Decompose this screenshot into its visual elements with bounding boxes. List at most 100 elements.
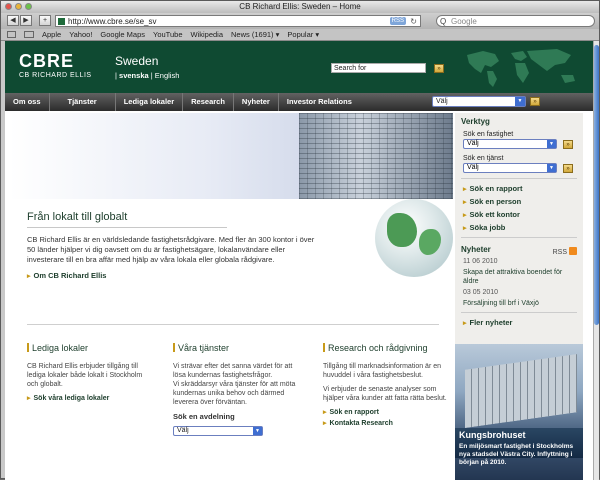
browser-window: CB Richard Ellis: Sweden – Home ◀ ▶ + ht…: [0, 0, 600, 480]
bookmark-news[interactable]: News (1691) ▾: [231, 29, 279, 41]
column-text-lediga: CB Richard Ellis erbjuder tillgång till …: [27, 363, 143, 388]
site-header: CBRE CB RICHARD ELLIS Sweden | svenska |…: [5, 41, 593, 93]
site-search-input[interactable]: Search for: [331, 63, 426, 73]
browser-toolbar: ◀ ▶ + http://www.cbre.se/se_sv RSS ↻ Q G…: [1, 13, 599, 29]
department-search-label: Sök en avdelning: [173, 412, 235, 421]
add-bookmark-button[interactable]: +: [39, 15, 51, 26]
sidebar-divider: [461, 237, 577, 238]
intro-title: Från lokalt till globalt: [27, 211, 128, 223]
building-image: [465, 354, 577, 428]
sidebar-link-person-label: Sök en person: [469, 197, 522, 206]
sidebar-link-office[interactable]: ▸ Sök ett kontor: [455, 208, 583, 221]
about-cbre-link[interactable]: ▸ Om CB Richard Ellis: [27, 271, 106, 280]
department-select[interactable]: Välj ▼: [173, 426, 263, 436]
news-header: Nyheter RSS: [455, 241, 583, 256]
news-rss-link[interactable]: RSS: [553, 247, 577, 256]
bullet-arrow-icon: ▸: [463, 186, 467, 193]
bookmark-yahoo[interactable]: Yahoo!: [69, 29, 92, 41]
reload-icon[interactable]: ↻: [410, 16, 417, 27]
section-divider: [27, 324, 439, 325]
kungsbrohuset-promo[interactable]: Kungsbrohuset En miljösmart fastighet i …: [455, 344, 583, 480]
back-icon: ◀: [10, 17, 16, 24]
search-report-link[interactable]: ▸ Sök en rapport: [323, 408, 449, 416]
nav-lediga-lokaler[interactable]: Lediga lokaler: [116, 93, 184, 111]
language-switcher: | svenska | English: [115, 71, 180, 80]
hero-banner: [9, 113, 453, 199]
forward-icon: ▶: [23, 17, 29, 24]
nav-go-button[interactable]: »: [530, 97, 540, 106]
lang-svenska-link[interactable]: svenska: [119, 71, 149, 80]
bookmark-apple[interactable]: Apple: [42, 29, 61, 41]
office-tower-image: [299, 113, 453, 199]
scrollbar-thumb[interactable]: [594, 45, 599, 325]
rss-button[interactable]: RSS: [389, 17, 406, 25]
chevron-down-icon: ▼: [547, 140, 556, 148]
news-item-2[interactable]: Försäljning till brf i Växjö: [455, 297, 583, 309]
more-news-label: Fler nyheter: [469, 318, 513, 327]
nav-quick-select[interactable]: Välj ▼: [432, 96, 526, 107]
sidebar-link-person[interactable]: ▸ Sök en person: [455, 195, 583, 208]
sidebar-link-jobs[interactable]: ▸ Söka jobb: [455, 221, 583, 234]
promo-title: Kungsbrohuset: [459, 430, 526, 440]
contact-research-link[interactable]: ▸ Kontakta Research: [323, 419, 449, 427]
news-date-1: 11 06 2010: [463, 258, 498, 265]
back-button[interactable]: ◀: [7, 15, 19, 26]
property-select[interactable]: Välj ▼: [463, 139, 557, 149]
sidebar-link-report-label: Sök en rapport: [469, 184, 523, 193]
url-text: http://www.cbre.se/se_sv: [68, 17, 157, 26]
column-text-tjanster-1: Vi strävar efter det sanna värdet för at…: [173, 363, 293, 379]
search-premises-link[interactable]: ▸ Sök våra lediga lokaler: [27, 394, 153, 402]
column-title-tjanster-text: Våra tjänster: [178, 343, 230, 353]
service-go-button[interactable]: »: [563, 164, 573, 173]
search-report-link-label: Sök en rapport: [329, 409, 379, 416]
top-sites-grid-icon[interactable]: [24, 31, 34, 38]
rss-icon: [569, 247, 577, 255]
minimize-window-button[interactable]: [15, 3, 22, 10]
service-select[interactable]: Välj ▼: [463, 163, 557, 173]
lang-english-link[interactable]: English: [155, 71, 180, 80]
bookmark-wikipedia[interactable]: Wikipedia: [191, 29, 224, 41]
bookmark-popular[interactable]: Popular ▾: [287, 29, 319, 41]
news-title: Nyheter: [461, 245, 491, 254]
column-text-tjanster-2: Vi skräddarsyr våra tjänster för att möt…: [173, 381, 296, 406]
more-news-link[interactable]: ▸ Fler nyheter: [455, 316, 583, 329]
property-go-button[interactable]: »: [563, 140, 573, 149]
search-field[interactable]: Q Google: [436, 15, 595, 27]
zoom-window-button[interactable]: [25, 3, 32, 10]
address-bar[interactable]: http://www.cbre.se/se_sv RSS ↻: [55, 15, 421, 27]
close-window-button[interactable]: [5, 3, 12, 10]
bookmark-youtube[interactable]: YouTube: [153, 29, 182, 41]
title-accent-bar: [323, 343, 325, 352]
sidebar-link-report[interactable]: ▸ Sök en rapport: [455, 182, 583, 195]
column-title-research: Research och rådgivning: [323, 343, 449, 353]
bookmark-google-maps[interactable]: Google Maps: [100, 29, 145, 41]
forward-button[interactable]: ▶: [20, 15, 32, 26]
sidebar-divider: [461, 312, 577, 313]
nav-tjanster[interactable]: Tjänster: [50, 93, 116, 111]
column-title-lediga: Lediga lokaler: [27, 343, 153, 353]
column-vara-tjanster: Våra tjänster Vi strävar efter det sanna…: [173, 343, 299, 436]
bullet-arrow-icon: ▸: [463, 225, 467, 232]
globe-image: [375, 199, 453, 277]
window-controls: [5, 3, 32, 10]
intro-divider: [27, 227, 227, 228]
news-item-1[interactable]: Skapa det attraktiva boendet för äldre: [455, 266, 583, 287]
nav-om-oss[interactable]: Om oss: [5, 93, 50, 111]
site-search-go-button[interactable]: »: [434, 64, 444, 73]
tools-sidebar: Verktyg Sök en fastighet Välj ▼ » Sök en …: [455, 113, 583, 480]
bullet-arrow-icon: ▸: [323, 409, 327, 416]
site-favicon-icon: [58, 18, 65, 25]
column-title-research-text: Research och rådgivning: [328, 343, 428, 353]
bookmarks-book-icon[interactable]: [7, 31, 16, 38]
bookmarks-bar: Apple Yahoo! Google Maps YouTube Wikiped…: [1, 29, 599, 41]
country-name: Sweden: [115, 54, 159, 68]
vertical-scrollbar[interactable]: [593, 41, 599, 480]
column-title-lediga-text: Lediga lokaler: [32, 343, 89, 353]
nav-nyheter[interactable]: Nyheter: [234, 93, 279, 111]
nav-investor-relations[interactable]: Investor Relations: [279, 93, 360, 111]
cbre-logo[interactable]: CBRE: [19, 51, 74, 72]
property-search-label: Sök en fastighet: [463, 131, 514, 138]
department-select-value: Välj: [177, 427, 189, 434]
sidebar-link-office-label: Sök ett kontor: [469, 210, 520, 219]
nav-research[interactable]: Research: [183, 93, 234, 111]
